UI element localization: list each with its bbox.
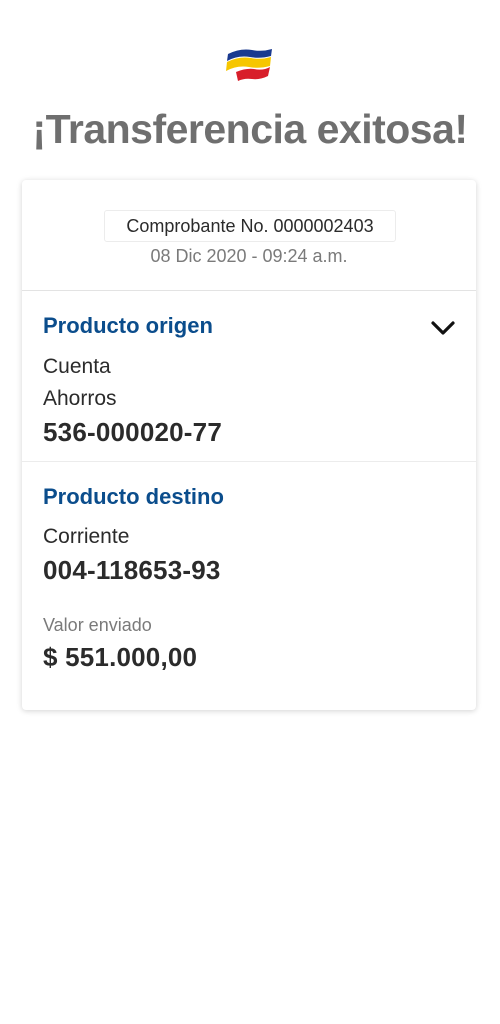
destination-account-number: 004-118653-93 [43, 555, 221, 585]
origin-product-section[interactable]: Producto origen Cuenta Ahorros 536-00002… [22, 291, 476, 462]
origin-account-type-line1: Cuenta [43, 355, 111, 378]
transfer-receipt-card: Comprobante No. 0000002403 08 Dic 2020 -… [22, 180, 476, 710]
amount-label: Valor enviado [43, 615, 152, 635]
origin-product-title: Producto origen [43, 313, 213, 338]
page-title: ¡Transferencia exitosa! [32, 106, 468, 152]
transfer-success-screen: ¡Transferencia exitosa! Comprobante No. … [0, 0, 500, 1024]
receipt-header: Comprobante No. 0000002403 08 Dic 2020 -… [22, 180, 476, 291]
bank-logo-flag-icon [226, 49, 272, 81]
chevron-down-icon[interactable] [430, 319, 456, 337]
destination-account-type: Corriente [43, 525, 130, 548]
destination-product-title: Producto destino [43, 484, 224, 509]
origin-account-number: 536-000020-77 [43, 417, 222, 447]
receipt-datetime: 08 Dic 2020 - 09:24 a.m. [150, 246, 348, 266]
origin-account-type-line2: Ahorros [43, 387, 117, 410]
destination-product-section: Producto destino Corriente 004-118653-93… [22, 462, 476, 710]
amount-value: $ 551.000,00 [43, 642, 198, 672]
receipt-number: Comprobante No. 0000002403 [104, 210, 396, 242]
